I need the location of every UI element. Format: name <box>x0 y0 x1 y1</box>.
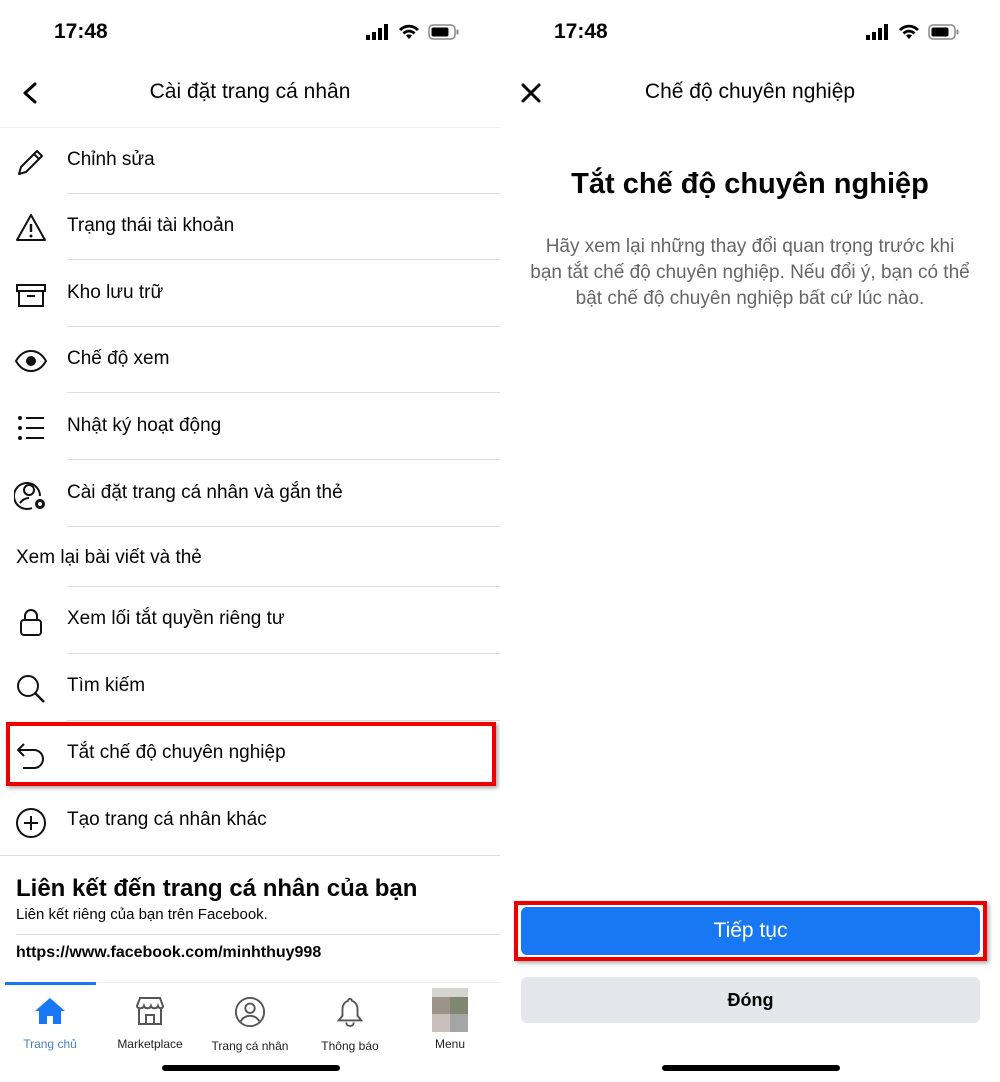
menu-item-label: Chế độ xem <box>67 348 170 369</box>
page-title: Cài đặt trang cá nhân <box>149 80 351 103</box>
search-icon <box>17 675 45 703</box>
menu-item-review-posts-tags[interactable]: Xem lại bài viết và thẻ <box>0 527 500 587</box>
menu-item-label: Nhật ký hoạt động <box>67 415 222 436</box>
active-tab-indicator <box>5 982 96 985</box>
menu-item-archive[interactable]: Kho lưu trữ <box>0 261 500 327</box>
menu-item-label: Xem lại bài viết và thẻ <box>16 547 202 568</box>
tab-label: Trang cá nhân <box>211 1039 289 1053</box>
profile-icon <box>234 996 266 1028</box>
status-time: 17:48 <box>54 20 108 43</box>
dialog-body: Hãy xem lại những thay đổi quan trọng tr… <box>530 236 970 309</box>
divider <box>16 934 500 935</box>
tab-home[interactable]: Trang chủ <box>0 996 100 1051</box>
tab-marketplace[interactable]: Marketplace <box>100 996 200 1051</box>
tab-label: Thông báo <box>321 1039 379 1053</box>
menu-item-label: Trạng thái tài khoản <box>67 215 235 236</box>
home-indicator <box>662 1065 840 1071</box>
divider <box>0 855 500 856</box>
bell-icon <box>336 997 364 1028</box>
link-section-subtitle: Liên kết riêng của bạn trên Facebook. <box>16 906 268 923</box>
menu-item-privacy-shortcuts[interactable]: Xem lối tắt quyền riêng tư <box>0 587 500 654</box>
profile-url-link[interactable]: https://www.facebook.com/minhthuy998 <box>16 944 321 962</box>
plus-circle-icon <box>16 808 46 838</box>
menu-item-profile-tagging-settings[interactable]: Cài đặt trang cá nhân và gắn thẻ <box>0 461 500 527</box>
status-icons <box>866 24 960 40</box>
avatar-thumbnail <box>432 988 468 1032</box>
menu-item-view-as[interactable]: Chế độ xem <box>0 327 500 393</box>
close-button[interactable]: Đóng <box>521 977 980 1023</box>
status-icons <box>366 24 460 40</box>
menu-item-label: Kho lưu trữ <box>67 282 164 303</box>
tab-label: Trang chủ <box>23 1037 77 1051</box>
wifi-icon <box>899 24 919 39</box>
marketplace-icon <box>135 997 165 1025</box>
profile-gear-icon <box>14 482 45 510</box>
tab-menu[interactable]: Menu <box>400 988 500 1051</box>
signal-icon <box>866 24 888 40</box>
warning-icon <box>16 214 46 241</box>
tab-notifications[interactable]: Thông báo <box>300 996 400 1053</box>
signal-icon <box>366 24 388 40</box>
highlight-box <box>6 722 496 786</box>
menu-item-label: Cài đặt trang cá nhân và gắn thẻ <box>67 482 343 503</box>
eye-icon <box>14 349 48 373</box>
menu-item-label: Xem lối tắt quyền riêng tư <box>67 608 285 629</box>
home-indicator <box>162 1065 340 1071</box>
menu-item-activity-log[interactable]: Nhật ký hoạt động <box>0 394 500 460</box>
link-section-title: Liên kết đến trang cá nhân của bạn <box>16 875 418 902</box>
list-icon <box>18 416 44 440</box>
menu-item-account-status[interactable]: Trạng thái tài khoản <box>0 194 500 260</box>
dialog-heading: Tắt chế độ chuyên nghiệp <box>571 168 929 200</box>
menu-item-search[interactable]: Tìm kiếm <box>0 654 500 721</box>
pencil-icon <box>18 150 43 175</box>
menu-item-edit[interactable]: Chỉnh sửa <box>0 128 500 194</box>
profile-settings-screen: 17:48 Cài đặt trang cá nhân Chỉnh sửa Tr… <box>0 0 500 1082</box>
page-title: Chế độ chuyên nghiệp <box>644 80 856 103</box>
tab-label: Marketplace <box>117 1037 183 1051</box>
status-time: 17:48 <box>554 20 608 43</box>
tab-label: Menu <box>434 1037 466 1051</box>
archive-icon <box>16 284 46 307</box>
battery-icon <box>928 24 959 40</box>
menu-item-create-profile[interactable]: Tạo trang cá nhân khác <box>0 788 500 855</box>
battery-icon <box>428 24 459 40</box>
menu-item-label: Tìm kiếm <box>67 675 146 696</box>
continue-button[interactable]: Tiếp tục <box>521 907 980 955</box>
menu-item-label: Chỉnh sửa <box>67 149 155 170</box>
home-icon <box>35 998 65 1024</box>
professional-mode-screen: 17:48 Chế độ chuyên nghiệp Tắt chế độ ch… <box>500 0 1000 1082</box>
lock-icon <box>20 609 42 636</box>
wifi-icon <box>399 24 419 39</box>
tab-profile[interactable]: Trang cá nhân <box>200 996 300 1053</box>
menu-item-label: Tạo trang cá nhân khác <box>67 809 267 830</box>
